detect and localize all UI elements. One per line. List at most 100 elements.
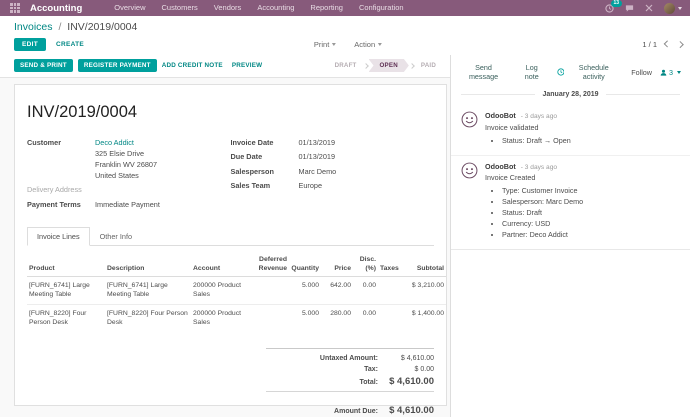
create-button[interactable]: CREATE	[56, 41, 84, 48]
main-menu: Overview Customers Vendors Accounting Re…	[106, 0, 411, 16]
cell-taxes	[378, 305, 402, 333]
chat-bubble-icon[interactable]	[625, 4, 634, 13]
cell-description: [FURN_6741] Large Meeting Table	[105, 276, 191, 304]
field-group-left: Customer Deco Addict 325 Elsie Drive Fra…	[27, 138, 231, 214]
person-icon	[660, 69, 667, 76]
action-label: Action	[354, 40, 375, 49]
odoobot-avatar	[461, 111, 478, 128]
cell-deferred	[247, 305, 289, 333]
total-value: $ 4,610.00	[378, 376, 434, 387]
log-note-button[interactable]: Log note	[518, 63, 545, 81]
due-date-label: Due Date	[231, 152, 299, 163]
tab-invoice-lines[interactable]: Invoice Lines	[27, 227, 90, 246]
add-credit-note-button[interactable]: ADD CREDIT NOTE	[162, 62, 223, 69]
menu-overview[interactable]: Overview	[106, 0, 153, 16]
send-message-button[interactable]: Send message	[460, 63, 507, 81]
cell-account: 200000 Product Sales	[191, 276, 247, 304]
apps-grid-icon[interactable]	[10, 3, 20, 13]
message: OdooBot - 3 days ago Invoice Created Typ…	[451, 155, 690, 250]
schedule-activity-label: Schedule activity	[567, 63, 620, 81]
tax-label: Tax:	[364, 366, 378, 373]
menu-customers[interactable]: Customers	[154, 0, 206, 16]
register-payment-button[interactable]: REGISTER PAYMENT	[78, 59, 157, 72]
cell-taxes	[378, 276, 402, 304]
untaxed-amount-row: Untaxed Amount: $ 4,610.00	[266, 355, 434, 362]
customer-link[interactable]: Deco Addict	[95, 138, 134, 147]
menu-vendors[interactable]: Vendors	[206, 0, 250, 16]
cell-price: 280.00	[321, 305, 353, 333]
caret-down-icon	[678, 7, 682, 10]
pager-previous-icon[interactable]	[664, 41, 670, 47]
field-customer: Customer Deco Addict 325 Elsie Drive Fra…	[27, 138, 231, 182]
caret-down-icon	[677, 71, 681, 74]
message-detail-item: Status: Draft	[502, 208, 583, 217]
schedule-activity-button[interactable]: Schedule activity	[557, 63, 621, 81]
untaxed-amount-value: $ 4,610.00	[378, 355, 434, 362]
print-dropdown[interactable]: Print	[314, 40, 336, 49]
cell-product: [FURN_8220] Four Person Desk	[27, 305, 105, 333]
menu-accounting[interactable]: Accounting	[249, 0, 302, 16]
action-dropdown[interactable]: Action	[354, 40, 382, 49]
table-header-row: Product Description Account Deferred Rev…	[27, 254, 446, 276]
invoice-title: INV/2019/0004	[27, 103, 434, 122]
sales-team-label: Sales Team	[231, 181, 299, 192]
message-author[interactable]: OdooBot	[485, 111, 516, 120]
menu-configuration[interactable]: Configuration	[351, 0, 412, 16]
activity-count-badge: 13	[611, 0, 622, 7]
payment-terms-label: Payment Terms	[27, 200, 95, 211]
sheet-background: INV/2019/0004 Customer Deco Addict 325 E…	[0, 78, 450, 417]
invoice-line-row: [FURN_8220] Four Person Desk [FURN_8220]…	[27, 305, 446, 333]
invoice-date-value: 01/13/2019	[299, 138, 336, 149]
message-detail-item: Currency: USD	[502, 219, 583, 228]
payment-terms-link[interactable]: Immediate Payment	[95, 200, 160, 211]
clock-icon	[557, 68, 565, 76]
action-dropdowns: Print Action	[314, 40, 382, 49]
menu-reporting[interactable]: Reporting	[302, 0, 351, 16]
due-date-value: 01/13/2019	[299, 152, 336, 163]
cell-description: [FURN_8220] Four Person Desk	[105, 305, 191, 333]
caret-down-icon	[332, 43, 336, 46]
main-content: SEND & PRINT REGISTER PAYMENT ADD CREDIT…	[0, 55, 690, 417]
message-body: Invoice validated	[485, 123, 571, 132]
cell-price: 642.00	[321, 276, 353, 304]
untaxed-amount-label: Untaxed Amount:	[320, 355, 378, 362]
col-account: Account	[191, 254, 247, 276]
pager-next-icon[interactable]	[677, 41, 683, 47]
message-author[interactable]: OdooBot	[485, 162, 516, 171]
user-menu[interactable]	[664, 3, 682, 14]
salesperson-link[interactable]: Marc Demo	[299, 167, 337, 178]
preview-button[interactable]: PREVIEW	[232, 62, 262, 69]
activities-clock-icon[interactable]: 13	[605, 4, 614, 13]
edit-button[interactable]: EDIT	[14, 38, 46, 51]
invoice-date-label: Invoice Date	[231, 138, 299, 149]
x-icon[interactable]	[645, 4, 653, 12]
cell-disc: 0.00	[353, 305, 378, 333]
breadcrumb-invoices[interactable]: Invoices	[14, 21, 53, 33]
breadcrumb-current: INV/2019/0004	[67, 21, 137, 33]
chatter-toolbar: Send message Log note Schedule activity …	[451, 55, 690, 88]
field-group-right: Invoice Date 01/13/2019 Due Date 01/13/2…	[231, 138, 435, 214]
message-body: Invoice Created	[485, 173, 583, 182]
follow-button[interactable]: Follow	[631, 68, 652, 77]
totals-divider	[266, 391, 434, 392]
send-print-button[interactable]: SEND & PRINT	[14, 59, 73, 72]
status-paid[interactable]: PAID	[415, 60, 442, 71]
pager-value[interactable]: 1 / 1	[642, 40, 657, 49]
status-draft[interactable]: DRAFT	[329, 60, 363, 71]
field-due-date: Due Date 01/13/2019	[231, 152, 435, 163]
app-brand[interactable]: Accounting	[30, 3, 82, 14]
tab-other-info[interactable]: Other Info	[90, 227, 142, 246]
amount-due-label: Amount Due:	[334, 408, 378, 415]
sales-team-link[interactable]: Europe	[299, 181, 323, 192]
chevron-right-icon	[363, 63, 369, 69]
invoice-sheet: INV/2019/0004 Customer Deco Addict 325 E…	[14, 84, 447, 406]
notebook-tabs: Invoice Lines Other Info	[27, 227, 434, 246]
followers-count: 3	[669, 68, 673, 77]
followers-button[interactable]: 3	[660, 68, 681, 77]
status-open[interactable]: OPEN	[369, 59, 409, 72]
message-detail-item: Partner: Deco Addict	[502, 230, 583, 239]
form-pane: SEND & PRINT REGISTER PAYMENT ADD CREDIT…	[0, 55, 450, 417]
message-details: Type: Customer Invoice Salesperson: Marc…	[502, 186, 583, 239]
customer-address-line: United States	[95, 171, 157, 182]
message-timestamp: - 3 days ago	[521, 113, 557, 120]
